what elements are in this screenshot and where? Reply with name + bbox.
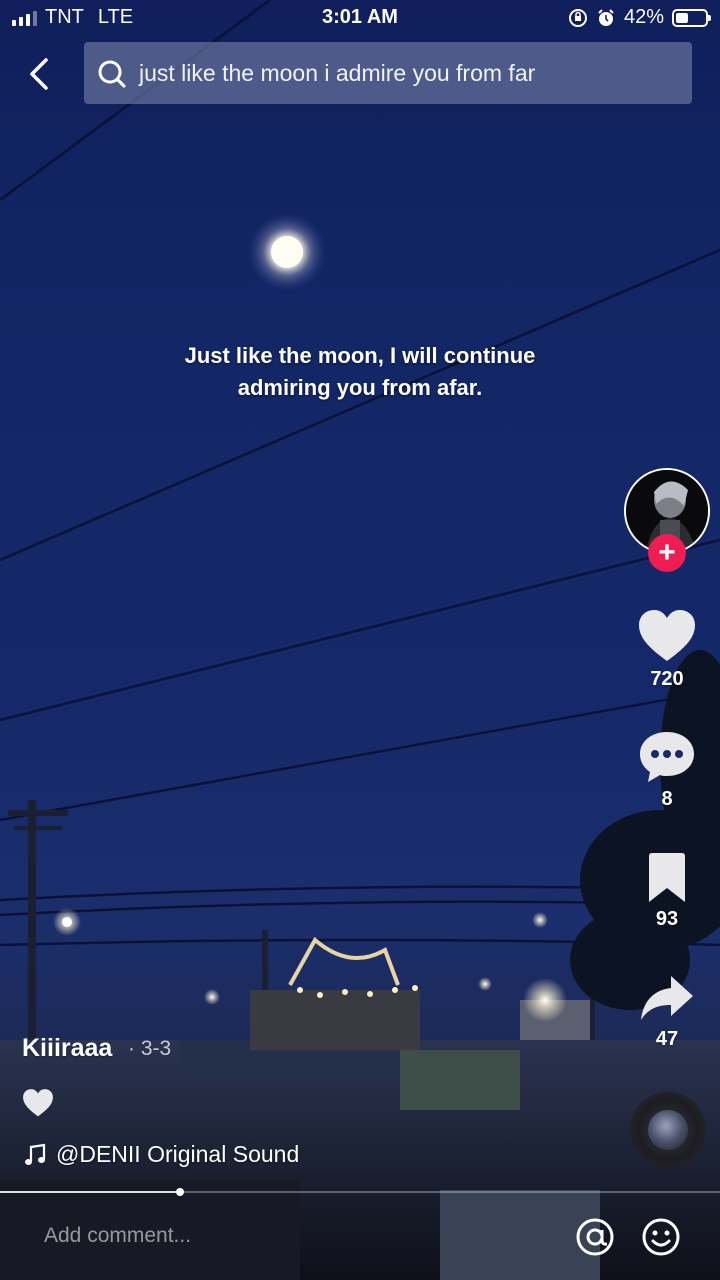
bookmark-count: 93: [655, 908, 679, 930]
video-background[interactable]: [0, 0, 720, 1280]
chevron-left-icon: [30, 58, 48, 90]
status-right: 42%: [568, 6, 711, 29]
comment-bubble-icon: [640, 732, 694, 782]
post-date: · 3-3: [128, 1037, 172, 1060]
battery-percent: 42%: [623, 6, 664, 28]
sound-disc-image: [648, 1110, 688, 1150]
emoji-icon[interactable]: [640, 1216, 682, 1258]
search-icon: [98, 60, 126, 88]
sound-disc[interactable]: [630, 1092, 706, 1168]
search-query[interactable]: just like the moon i admire you from far: [139, 60, 535, 87]
share-button[interactable]: 47: [630, 972, 704, 1051]
sound-link[interactable]: @DENII Original Sound: [24, 1141, 299, 1168]
power-lines: [0, 0, 720, 947]
alarm-icon: [598, 8, 614, 26]
comment-button[interactable]: 8: [630, 730, 704, 811]
plus-icon: +: [658, 536, 676, 569]
comment-input[interactable]: Add comment...: [44, 1224, 191, 1248]
mention-at-icon[interactable]: [574, 1216, 616, 1258]
video-progress-bar[interactable]: [0, 1188, 720, 1196]
like-button[interactable]: 720: [630, 608, 704, 691]
video-progress-knob[interactable]: [176, 1188, 184, 1196]
video-caption-text: Just like the moon, I will continue admi…: [184, 343, 536, 400]
music-note-icon: [25, 1143, 46, 1165]
bookmark-button[interactable]: 93: [630, 852, 704, 931]
video-progress-fill: [0, 1191, 180, 1193]
night-sky-scene: [0, 0, 720, 1280]
creator-username[interactable]: Kiiiraaa: [22, 1034, 112, 1063]
follow-plus-button[interactable]: +: [648, 534, 686, 572]
battery-icon: [672, 8, 711, 27]
status-bar: TNT LTE 3:01 AM 42%: [0, 0, 720, 36]
orientation-lock-icon: [568, 8, 587, 27]
like-count: 720: [650, 668, 684, 690]
heart-icon: [639, 610, 695, 661]
sound-name: @DENII Original Sound: [56, 1141, 300, 1167]
bookmark-icon: [649, 853, 685, 902]
share-count: 47: [655, 1028, 679, 1050]
comment-count: 8: [661, 788, 673, 810]
share-arrow-icon: [641, 976, 693, 1020]
back-button[interactable]: [20, 52, 60, 96]
liked-by-creator-heart-icon: [22, 1088, 54, 1123]
comment-bar: Add comment...: [0, 1196, 720, 1280]
search-bar[interactable]: just like the moon i admire you from far: [84, 42, 692, 104]
